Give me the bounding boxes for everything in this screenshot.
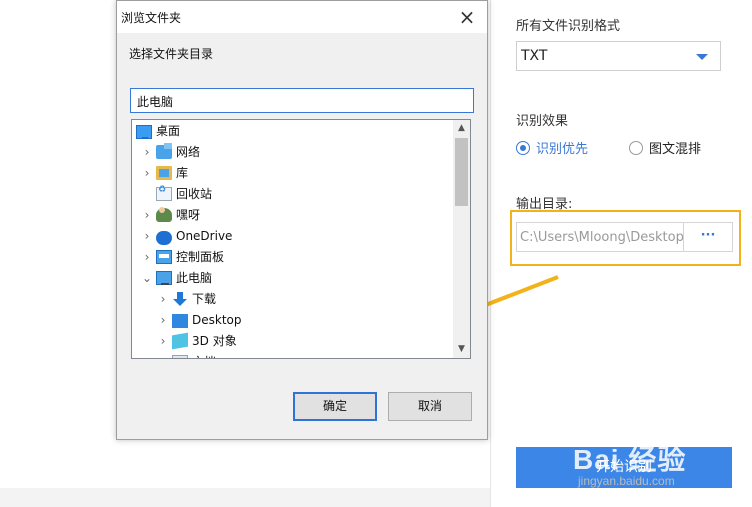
tree-item[interactable]: › 库	[140, 162, 188, 183]
network-icon	[156, 142, 172, 159]
this-pc-icon	[156, 270, 172, 285]
scroll-down-icon[interactable]: ▼	[453, 341, 470, 358]
chevron-right-icon[interactable]: ›	[140, 208, 154, 222]
tree-item-label: 文档	[192, 353, 216, 358]
tree-scrollbar[interactable]: ▲ ▼	[453, 120, 470, 358]
folder-tree: 桌面›网络›库回收站›嘿呀›OneDrive›控制面板⌄此电脑›下载›Deskt…	[131, 119, 471, 359]
documents-icon	[172, 354, 188, 358]
tree-item[interactable]: 桌面	[134, 120, 180, 141]
tree-item[interactable]: › 网络	[140, 141, 200, 162]
folder-path-field[interactable]	[130, 88, 474, 113]
onedrive-cloud-icon	[156, 230, 172, 245]
scroll-thumb[interactable]	[455, 138, 468, 206]
chevron-right-icon[interactable]: ›	[156, 313, 170, 327]
tree-item-label: 网络	[176, 145, 201, 159]
tree-item-label: 下载	[192, 292, 217, 306]
chevron-right-icon[interactable]: ›	[140, 166, 154, 180]
tree-item-label: OneDrive	[176, 228, 233, 243]
desktop-monitor-icon	[136, 124, 152, 139]
folder-path-input[interactable]	[135, 90, 469, 113]
tree-item[interactable]: ⌄ 此电脑	[140, 267, 212, 288]
browse-folder-dialog: 浏览文件夹 × 选择文件夹目录 桌面›网络›库回收站›嘿呀›OneDrive›控…	[116, 0, 488, 440]
tree-item-label: 桌面	[156, 124, 181, 138]
tree-item-label: 此电脑	[176, 271, 213, 285]
chevron-right-icon[interactable]: ›	[140, 229, 154, 243]
chevron-right-icon[interactable]: ›	[140, 250, 154, 264]
scroll-up-icon[interactable]: ▲	[453, 120, 470, 137]
dialog-title: 浏览文件夹	[121, 11, 182, 25]
tree-item[interactable]: 回收站	[140, 183, 212, 204]
user-icon	[156, 206, 172, 222]
3d-objects-icon	[172, 332, 188, 349]
desktop-folder-icon	[172, 313, 188, 328]
dialog-prompt: 选择文件夹目录	[129, 47, 214, 61]
library-icon	[156, 165, 172, 180]
tree-item[interactable]: › 3D 对象	[156, 330, 237, 351]
tree-item-label: 嘿呀	[176, 208, 201, 222]
tree-item-label: 库	[176, 166, 189, 180]
download-arrow-icon	[172, 291, 188, 306]
control-panel-icon	[156, 249, 172, 264]
tree-item-label: 3D 对象	[192, 334, 237, 348]
chevron-right-icon[interactable]: ›	[156, 334, 170, 348]
chevron-down-icon[interactable]: ⌄	[140, 271, 154, 285]
recycle-bin-icon	[156, 185, 172, 201]
ok-button[interactable]: 确定	[293, 392, 377, 421]
close-icon[interactable]: ×	[455, 5, 479, 29]
tree-item[interactable]: › Desktop	[156, 309, 242, 330]
dialog-titlebar: 浏览文件夹 ×	[117, 1, 487, 33]
tree-item[interactable]: › 下载	[156, 288, 216, 309]
tree-item-label: 控制面板	[176, 250, 225, 264]
tree-item[interactable]: › 文档	[156, 351, 216, 359]
tree-item[interactable]: › 控制面板	[140, 246, 224, 267]
tree-item-label: 回收站	[176, 187, 213, 201]
chevron-right-icon[interactable]: ›	[140, 145, 154, 159]
tree-item-label: Desktop	[192, 312, 242, 327]
cancel-button[interactable]: 取消	[388, 392, 472, 421]
chevron-right-icon[interactable]: ›	[156, 292, 170, 306]
tree-item[interactable]: › OneDrive	[140, 225, 232, 246]
chevron-right-icon[interactable]: ›	[156, 355, 170, 359]
tree-item[interactable]: › 嘿呀	[140, 204, 200, 225]
